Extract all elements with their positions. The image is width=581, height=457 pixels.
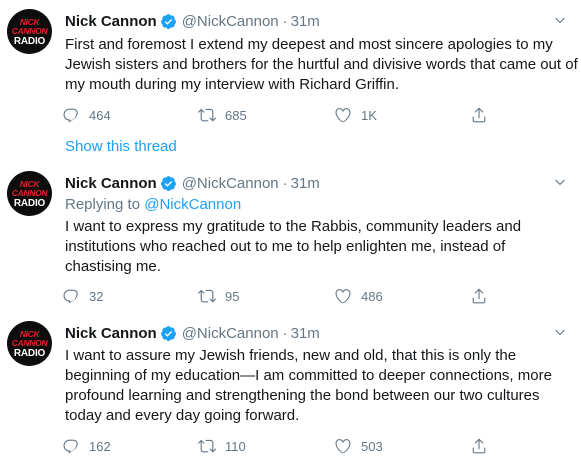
avatar-text-line3: RADIO <box>13 347 46 359</box>
avatar[interactable]: NICK CANNON RADIO <box>7 171 52 216</box>
share-icon <box>470 437 488 455</box>
replying-to-label: Replying to <box>65 196 145 213</box>
replying-to: Replying to @NickCannon <box>65 196 241 213</box>
share-button[interactable] <box>470 435 488 457</box>
tweet[interactable]: NICK CANNON RADIO Nick Cannon @NickCanno… <box>0 310 581 455</box>
reply-count: 32 <box>89 288 104 304</box>
retweet-button[interactable]: 110 <box>198 435 246 457</box>
avatar[interactable]: NICK CANNON RADIO <box>7 321 52 366</box>
share-button[interactable] <box>470 104 488 126</box>
display-name[interactable]: Nick Cannon <box>65 325 157 342</box>
like-button[interactable]: 486 <box>334 285 383 307</box>
retweet-button[interactable]: 95 <box>198 285 239 307</box>
tweet-text-line: profound learning and strengthening the … <box>65 387 540 404</box>
caret-down-icon[interactable] <box>553 326 567 340</box>
tweet[interactable]: NICK CANNON RADIO Nick Cannon @NickCanno… <box>0 0 581 165</box>
caret-down-icon[interactable] <box>553 14 567 28</box>
retweet-button[interactable]: 685 <box>198 104 247 126</box>
timestamp[interactable]: 31m <box>291 175 320 192</box>
avatar-text-line3: RADIO <box>13 35 46 47</box>
like-button[interactable]: 503 <box>334 435 383 457</box>
reply-count: 162 <box>89 438 111 454</box>
tweet-text: I want to assure my Jewish friends, new … <box>65 346 570 426</box>
reply-count: 464 <box>89 107 111 123</box>
reply-button[interactable]: 162 <box>62 435 111 457</box>
like-count: 486 <box>361 288 383 304</box>
verified-badge-icon <box>160 13 177 30</box>
tweet-actions: 162 110 503 <box>62 435 532 457</box>
reply-icon <box>62 287 80 305</box>
retweet-icon <box>198 437 216 455</box>
tweet-header: Nick Cannon @NickCannon · 31m <box>65 11 320 31</box>
tweet-text-line: First and foremost I extend my deepest a… <box>65 36 553 53</box>
reply-button[interactable]: 464 <box>62 104 111 126</box>
retweet-count: 95 <box>225 288 240 304</box>
tweet-text: I want to express my gratitude to the Ra… <box>65 217 570 277</box>
avatar-text-line2: CANNON <box>11 25 48 36</box>
share-icon <box>470 287 488 305</box>
tweet-text-line: today and every day going forward. <box>65 407 300 424</box>
tweet-header: Nick Cannon @NickCannon · 31m <box>65 173 320 193</box>
verified-badge-icon <box>160 325 177 342</box>
like-icon <box>334 437 352 455</box>
like-icon <box>334 287 352 305</box>
separator-dot: · <box>282 324 288 342</box>
caret-down-icon[interactable] <box>553 176 567 190</box>
like-count: 1K <box>361 107 377 123</box>
avatar-text-line3: RADIO <box>13 197 46 209</box>
handle[interactable]: @NickCannon <box>182 325 279 342</box>
reply-icon <box>62 437 80 455</box>
tweet-text-line: beginning of my education—I am committed… <box>65 367 552 384</box>
verified-badge-icon <box>160 175 177 192</box>
avatar-text-line2: CANNON <box>11 337 48 348</box>
share-icon <box>470 106 488 124</box>
tweet-text-line: Jewish sisters and brothers for the hurt… <box>65 56 578 73</box>
tweet-header: Nick Cannon @NickCannon · 31m <box>65 323 320 343</box>
retweet-count: 685 <box>225 107 247 123</box>
tweet-text-line: my mouth during my interview with Richar… <box>65 76 399 93</box>
reply-icon <box>62 106 80 124</box>
separator-dot: · <box>282 174 288 192</box>
like-button[interactable]: 1K <box>334 104 377 126</box>
avatar-text-line2: CANNON <box>11 187 48 198</box>
replying-to-handle[interactable]: @NickCannon <box>144 196 241 213</box>
avatar[interactable]: NICK CANNON RADIO <box>7 9 52 54</box>
tweet-text-line: I want to express my gratitude to the Ra… <box>65 218 522 235</box>
like-icon <box>334 106 352 124</box>
tweet-text-line: I want to assure my Jewish friends, new … <box>65 347 517 364</box>
tweet-actions: 464 685 1K <box>62 104 532 126</box>
handle[interactable]: @NickCannon <box>182 175 279 192</box>
tweet-actions: 32 95 486 <box>62 285 532 307</box>
reply-button[interactable]: 32 <box>62 285 103 307</box>
like-count: 503 <box>361 438 383 454</box>
timestamp[interactable]: 31m <box>291 325 320 342</box>
handle[interactable]: @NickCannon <box>182 13 279 30</box>
display-name[interactable]: Nick Cannon <box>65 13 157 30</box>
retweet-count: 110 <box>225 438 246 454</box>
tweet-text: First and foremost I extend my deepest a… <box>65 35 578 95</box>
retweet-icon <box>198 287 216 305</box>
share-button[interactable] <box>470 285 488 307</box>
tweet-text-line: institutions who reached out to me to he… <box>65 238 506 255</box>
tweet[interactable]: NICK CANNON RADIO Nick Cannon @NickCanno… <box>0 165 581 310</box>
timestamp[interactable]: 31m <box>291 13 320 30</box>
show-thread-link[interactable]: Show this thread <box>65 138 177 155</box>
separator-dot: · <box>282 12 288 30</box>
tweet-text-line: chastising me. <box>65 258 161 275</box>
retweet-icon <box>198 106 216 124</box>
display-name[interactable]: Nick Cannon <box>65 175 157 192</box>
